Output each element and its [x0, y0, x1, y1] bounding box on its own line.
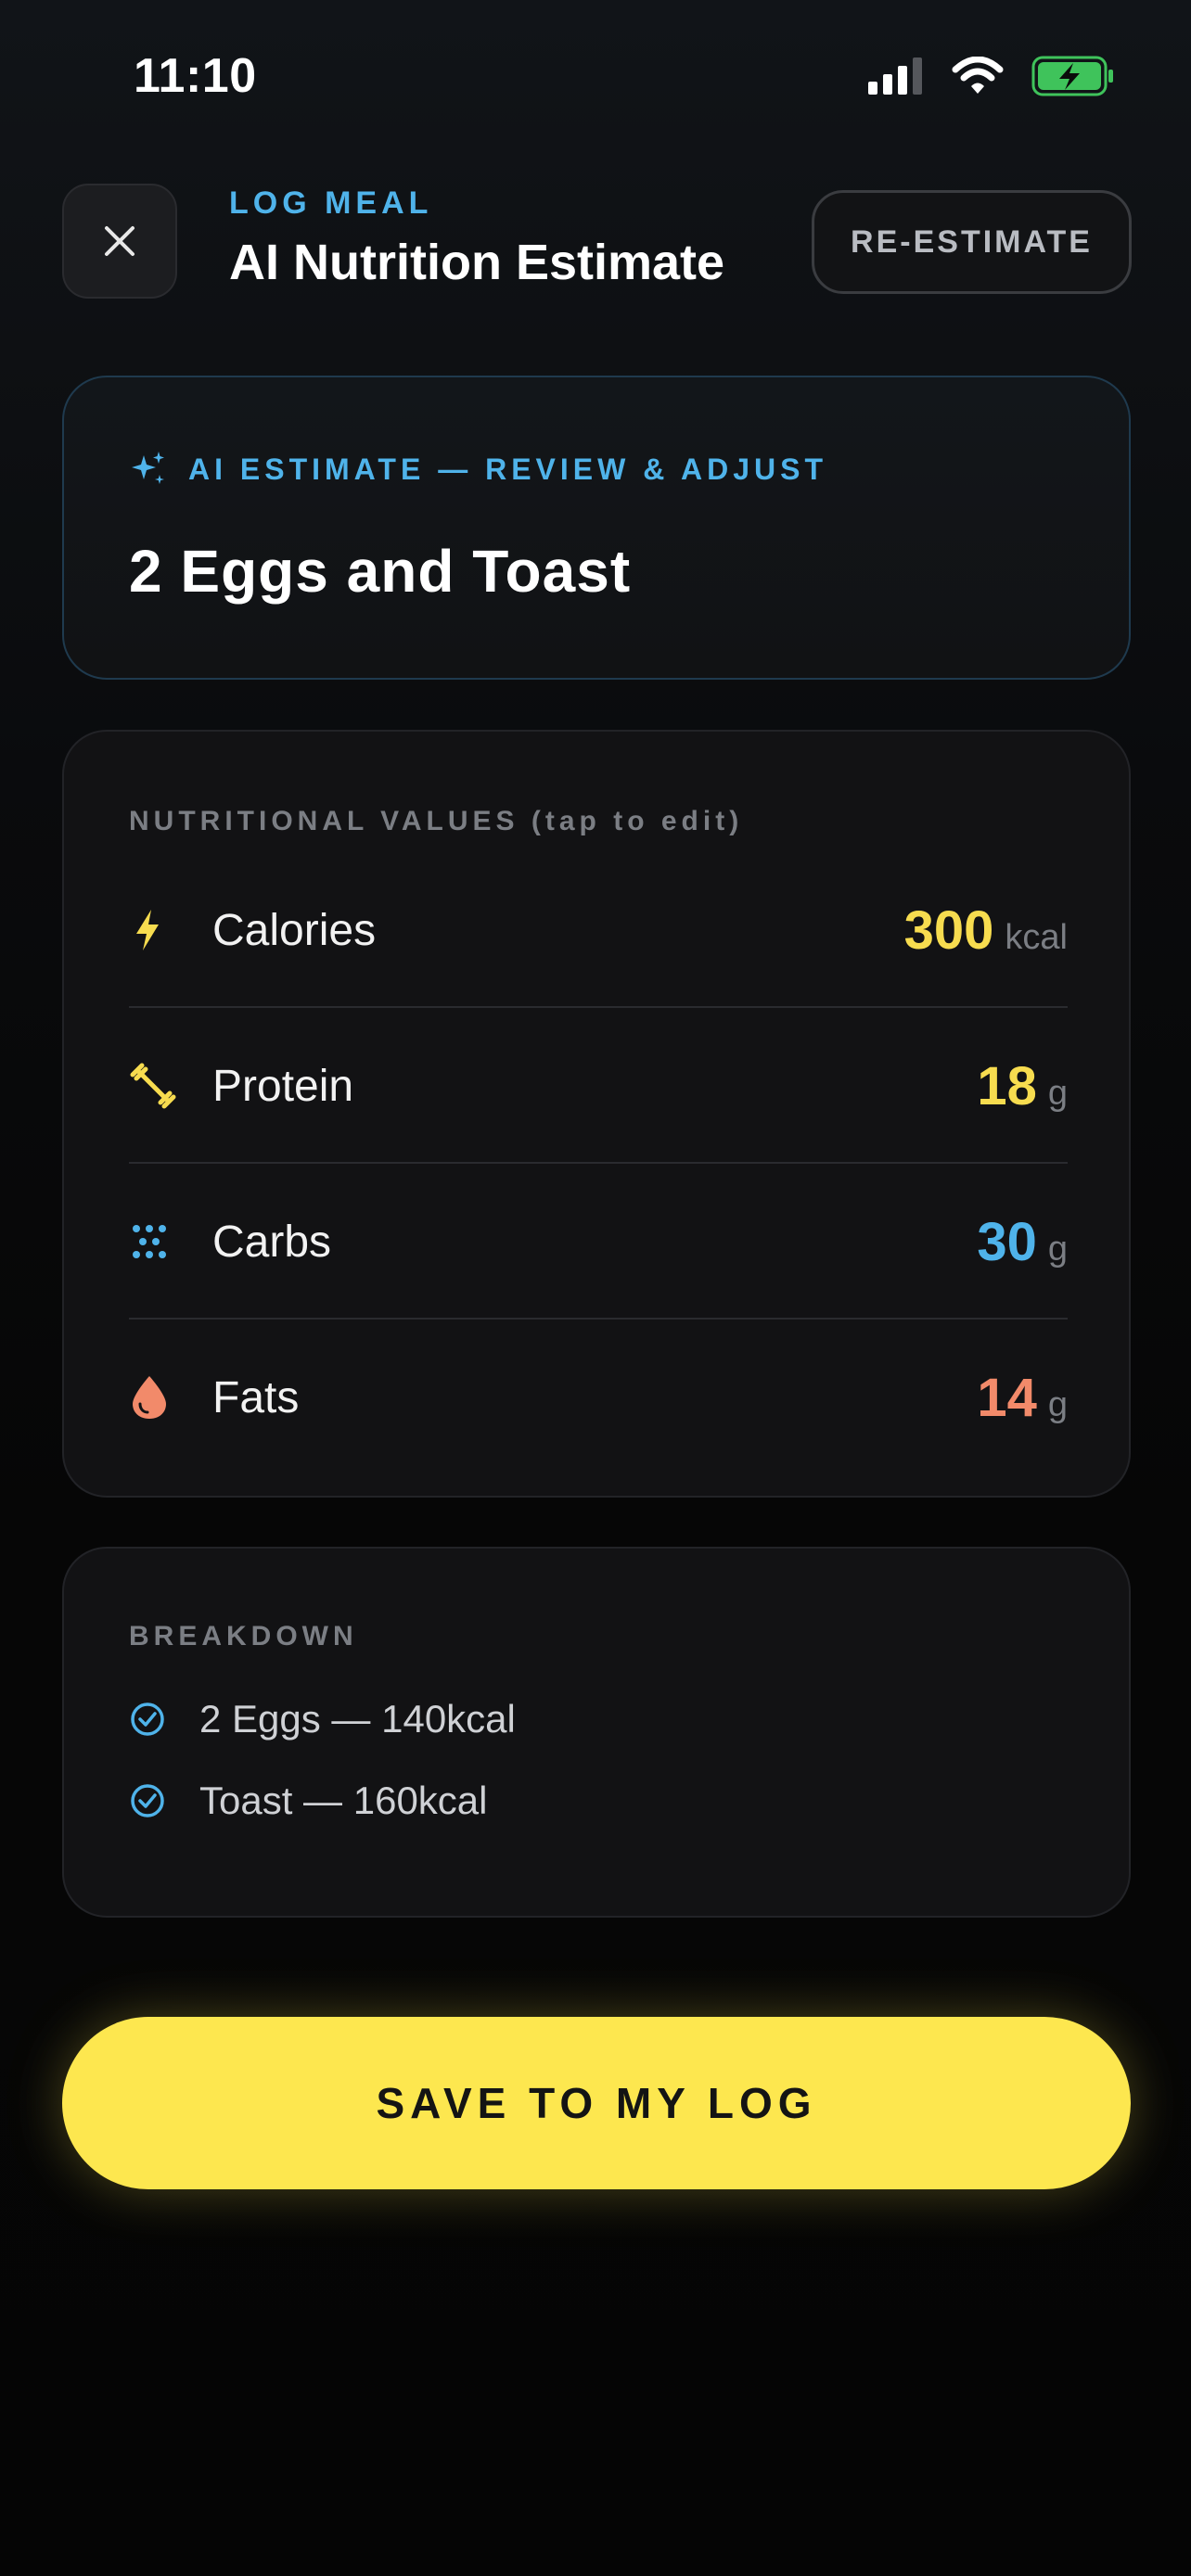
nutrient-unit: kcal [1005, 917, 1068, 957]
re-estimate-button[interactable]: RE-ESTIMATE [812, 190, 1132, 294]
protein-row[interactable]: Protein 18 g [129, 1008, 1068, 1164]
calories-row[interactable]: Calories 300 kcal [129, 852, 1068, 1008]
nutrient-name: Protein [212, 1061, 354, 1111]
nutrient-value: 30 [977, 1211, 1037, 1272]
breakdown-section-label: BREAKDOWN [129, 1621, 358, 1651]
breakdown-text: 2 Eggs — 140kcal [199, 1697, 516, 1741]
status-icons [868, 56, 1115, 101]
close-button[interactable] [62, 184, 177, 299]
breakdown-text: Toast — 160kcal [199, 1779, 488, 1822]
carbs-row[interactable]: Carbs 30 g [129, 1164, 1068, 1320]
list-item: Toast — 160kcal [129, 1779, 488, 1823]
close-icon [105, 226, 134, 256]
nutrition-section-label: NUTRITIONAL VALUES (tap to edit) [129, 806, 744, 836]
carbs-value-field[interactable]: 30 g [977, 1211, 1068, 1273]
nutrient-unit: g [1047, 1073, 1068, 1113]
check-circle-icon [131, 1702, 164, 1736]
signal-icon [868, 57, 924, 99]
calories-value-field[interactable]: 300 kcal [904, 899, 1068, 962]
check-circle-icon [131, 1784, 164, 1817]
bolt-icon [129, 902, 185, 958]
nutrient-name: Fats [212, 1372, 300, 1422]
log-meal-screen: 11:10 LOG MEAL AI Nutrition Estimate RE-… [0, 0, 1191, 2576]
list-item: 2 Eggs — 140kcal [129, 1697, 516, 1741]
drop-icon [129, 1370, 185, 1425]
nutrient-name: Carbs [212, 1217, 332, 1267]
ai-estimate-text: AI ESTIMATE — REVIEW & ADJUST [188, 452, 828, 486]
wifi-icon [952, 56, 1004, 100]
protein-value-field[interactable]: 18 g [977, 1055, 1068, 1117]
nutrient-value: 18 [977, 1055, 1037, 1116]
page-title: AI Nutrition Estimate [229, 235, 725, 290]
status-bar: 11:10 [0, 0, 1191, 158]
nutrient-unit: g [1047, 1384, 1068, 1424]
status-time: 11:10 [134, 49, 257, 103]
battery-charging-icon [1031, 56, 1115, 101]
nutrition-card: NUTRITIONAL VALUES (tap to edit) Calorie… [62, 730, 1131, 1498]
fats-row[interactable]: Fats 14 g [129, 1320, 1068, 1475]
save-to-log-button[interactable]: SAVE TO MY LOG [62, 2017, 1131, 2189]
nutrient-name: Calories [212, 905, 377, 955]
nutrient-unit: g [1047, 1229, 1068, 1269]
sparkles-icon [132, 452, 164, 484]
breakdown-card: BREAKDOWN 2 Eggs — 140kcal Toast — 160kc… [62, 1547, 1131, 1918]
fats-value-field[interactable]: 14 g [977, 1367, 1068, 1429]
meal-name[interactable]: 2 Eggs and Toast [129, 537, 631, 606]
nutrient-value: 14 [977, 1367, 1037, 1428]
header-kicker: LOG MEAL [229, 185, 433, 221]
grain-icon [129, 1214, 185, 1269]
dumbbell-icon [129, 1058, 185, 1114]
nutrient-value: 300 [903, 899, 994, 961]
ai-estimate-label: AI ESTIMATE — REVIEW & ADJUST [129, 450, 827, 489]
ai-estimate-card: AI ESTIMATE — REVIEW & ADJUST 2 Eggs and… [62, 376, 1131, 680]
